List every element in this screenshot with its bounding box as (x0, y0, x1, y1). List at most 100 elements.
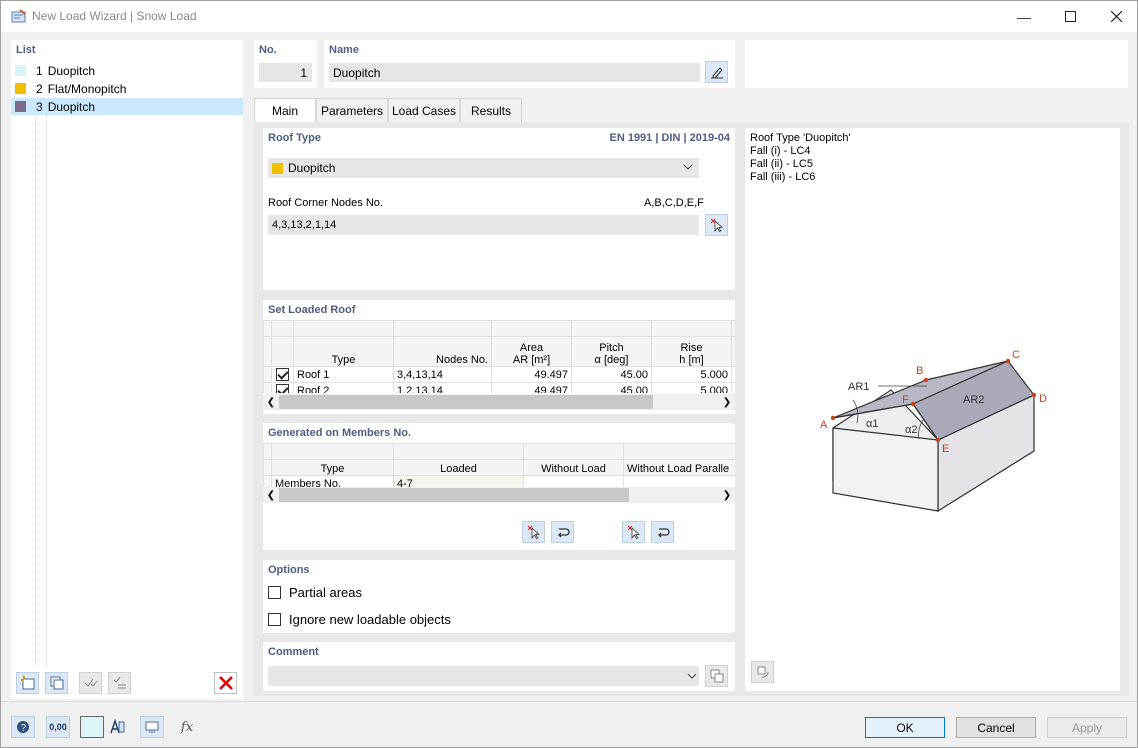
cursor-pick-icon (710, 218, 723, 232)
view-button[interactable] (140, 716, 164, 738)
cell-without[interactable] (523, 475, 624, 487)
loaded-roof-table: Type Nodes No. Area AR [m²] Pitch α [deg] … (263, 320, 735, 393)
cancel-button[interactable]: Cancel (956, 717, 1036, 738)
row-checkbox[interactable] (276, 384, 289, 393)
number-panel: No. 1 (254, 40, 317, 88)
name-field[interactable]: Duopitch (329, 63, 700, 82)
chevron-down-icon[interactable] (687, 673, 697, 680)
row-checkbox[interactable] (276, 368, 289, 381)
function-button[interactable]: f𝑥 (175, 716, 199, 738)
view-icon (145, 721, 159, 733)
label-alpha2: α2 (905, 424, 917, 436)
comment-library-button[interactable] (705, 665, 728, 687)
name-panel: Name Duopitch (324, 40, 735, 88)
list-item[interactable]: 1 Duopitch (11, 62, 243, 79)
scroll-thumb[interactable] (279, 395, 653, 409)
pick-loaded-button[interactable] (522, 521, 545, 543)
loaded-roof-table-wrap: Type Nodes No. Area AR [m²] Pitch α [deg] … (263, 320, 735, 393)
options-header: Options (268, 564, 310, 576)
tree-line (35, 115, 36, 665)
copy-item-button[interactable] (45, 672, 68, 694)
reset-loaded-button[interactable] (551, 521, 574, 543)
check-icon (84, 678, 97, 687)
text-tool-button[interactable] (105, 716, 129, 738)
col-without-load: Without Load (523, 459, 624, 476)
tab-main[interactable]: Main (254, 98, 316, 123)
check-all-button[interactable] (79, 672, 102, 694)
apply-button[interactable]: Apply (1047, 717, 1127, 738)
cell-loaded[interactable]: 4-7 (393, 475, 524, 487)
color-swatch (15, 83, 26, 94)
close-icon (1110, 11, 1122, 22)
tab-label: Load Cases (391, 103, 457, 118)
edit-name-button[interactable] (705, 61, 728, 83)
members-table: Type Loaded Without Load Without Load Pa… (263, 443, 735, 487)
scroll-right-icon[interactable]: ❯ (719, 490, 735, 501)
tab-results[interactable]: Results (460, 98, 522, 122)
help-button[interactable]: ? (11, 716, 35, 738)
reset-without-button[interactable] (651, 521, 674, 543)
tab-parameters[interactable]: Parameters (316, 98, 388, 122)
dialog-footer: ? 0,00 f𝑥 OK Cancel Apply (1, 701, 1137, 747)
app-icon (11, 9, 26, 23)
maximize-button[interactable] (1047, 1, 1093, 32)
units-button[interactable]: 0,00 (46, 716, 70, 738)
svg-text:?: ? (21, 723, 27, 734)
horizontal-scrollbar[interactable]: ❮ ❯ (263, 394, 735, 410)
scroll-thumb[interactable] (279, 488, 629, 502)
col-type: Type (293, 336, 394, 367)
help-icon: ? (17, 721, 29, 734)
roof-type-header: Roof Type (268, 132, 321, 144)
list-item-selected[interactable]: 3 Duopitch (11, 98, 243, 115)
tab-content: Roof Type EN 1991 | DIN | 2019-04 Duopit… (254, 122, 1129, 696)
tab-label: Parameters (320, 103, 384, 118)
maximize-icon (1064, 11, 1076, 22)
pick-without-button[interactable] (622, 521, 645, 543)
minimize-button[interactable]: — (1001, 1, 1047, 32)
options-section: Options Partial areas Ignore new loadabl… (263, 560, 735, 633)
table-row[interactable]: Roof 1 3,4,13,14 49.497 45.00 5.000 (263, 366, 735, 383)
roof-type-select[interactable]: Duopitch (268, 158, 699, 178)
uncheck-all-button[interactable] (108, 672, 131, 694)
col-rise: Rise h [m] (651, 336, 732, 367)
tree-line (46, 115, 47, 665)
partial-areas-option[interactable]: Partial areas (268, 585, 362, 600)
roof-type-section: Roof Type EN 1991 | DIN | 2019-04 Duopit… (263, 128, 735, 290)
cell-pitch: 45.00 (571, 366, 652, 383)
cell-area: 49.497 (491, 382, 572, 393)
pick-nodes-button[interactable] (705, 214, 728, 236)
comment-field[interactable] (268, 666, 699, 686)
partial-areas-checkbox[interactable] (268, 586, 281, 599)
list-item[interactable]: 2 Flat/Monopitch (11, 80, 243, 97)
ignore-new-option[interactable]: Ignore new loadable objects (268, 612, 451, 627)
close-button[interactable] (1093, 1, 1138, 32)
table-row[interactable]: Roof 2 1,2,13,14 49.497 45.00 5.000 (263, 382, 735, 393)
list-panel: List 1 Duopitch 2 Flat/Monopitch 3 Duopi… (11, 40, 243, 699)
cell-parallel[interactable] (623, 475, 735, 487)
scroll-left-icon[interactable]: ❮ (263, 397, 279, 408)
scroll-right-icon[interactable]: ❯ (719, 397, 735, 408)
corner-nodes-hint: A,B,C,D,E,F (644, 197, 704, 209)
comment-section: Comment (263, 642, 735, 691)
ignore-new-checkbox[interactable] (268, 613, 281, 626)
corner-nodes-field[interactable]: 4,3,13,2,1,14 (268, 215, 699, 235)
col-without-load-parallel: Without Load Paralle (623, 459, 735, 476)
minimize-icon: — (1017, 8, 1031, 25)
number-field[interactable]: 1 (259, 63, 312, 82)
list-item-name: Flat/Monopitch (47, 81, 127, 96)
delete-button[interactable] (214, 672, 237, 694)
label-d: D (1039, 393, 1047, 405)
color-swatch (15, 101, 26, 112)
ok-button[interactable]: OK (865, 717, 945, 738)
color-swatch (15, 65, 26, 76)
horizontal-scrollbar[interactable]: ❮ ❯ (263, 487, 735, 503)
tab-load-cases[interactable]: Load Cases (388, 98, 460, 122)
new-item-button[interactable] (16, 672, 39, 694)
scroll-left-icon[interactable]: ❮ (263, 490, 279, 501)
table-row[interactable]: Members No. 4-7 (263, 475, 735, 487)
col-area: Area AR [m²] (491, 336, 572, 367)
diagram-settings-button[interactable] (751, 661, 774, 683)
label-ar2: AR2 (963, 394, 984, 406)
loaded-roof-header: Set Loaded Roof (268, 304, 356, 316)
color-button[interactable] (80, 716, 104, 738)
